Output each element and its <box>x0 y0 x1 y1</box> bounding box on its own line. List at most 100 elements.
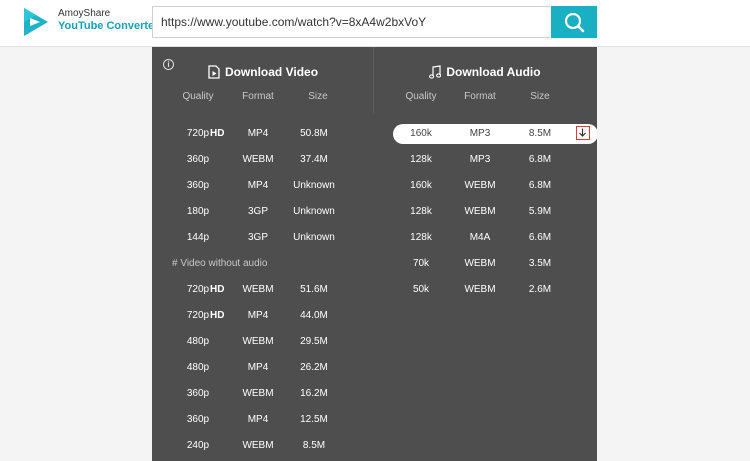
video-size-header: Size <box>308 91 328 102</box>
format-cell: 3GP <box>247 232 268 243</box>
format-cell: MP4 <box>247 128 269 139</box>
video-row[interactable]: 720p HD WEBM 51.6M <box>152 279 374 301</box>
format-cell: WEBM <box>464 206 496 217</box>
format-cell: 3GP <box>247 206 268 217</box>
video-row[interactable]: 180p 3GP Unknown <box>152 201 374 223</box>
format-cell: MP4 <box>247 414 269 425</box>
size-cell: 16.2M <box>300 388 328 399</box>
size-cell: 6.8M <box>528 154 552 165</box>
brand[interactable]: AmoyShare YouTube Converter <box>58 9 158 32</box>
video-row[interactable]: 360p MP4 12.5M <box>152 409 374 431</box>
video-without-audio-label: # Video without audio <box>172 258 268 269</box>
format-cell: MP3 <box>469 154 491 165</box>
video-row[interactable]: 360p MP4 Unknown <box>152 175 374 197</box>
quality-cell: 160k <box>410 180 432 191</box>
video-row[interactable]: 360p WEBM 16.2M <box>152 383 374 405</box>
size-cell: Unknown <box>293 180 335 191</box>
hd-badge: HD <box>210 128 225 139</box>
audio-section-title: Download Audio <box>374 64 596 79</box>
quality-cell: 128k <box>410 154 432 165</box>
video-row[interactable]: 720p HD MP4 44.0M <box>152 305 374 327</box>
brand-name: AmoyShare <box>58 8 111 19</box>
audio-size-header: Size <box>530 91 550 102</box>
video-row[interactable]: 480p MP4 26.2M <box>152 357 374 379</box>
video-row[interactable]: 240p WEBM 8.5M <box>152 435 374 457</box>
size-cell: 44.0M <box>300 310 328 321</box>
size-cell: 29.5M <box>300 336 328 347</box>
audio-row[interactable]: 128k M4A 6.6M <box>374 227 596 249</box>
audio-column-headers: Quality Format Size <box>374 91 596 103</box>
quality-cell: 70k <box>412 258 430 269</box>
product-name: YouTube Converter <box>58 20 159 32</box>
quality-cell: 480p <box>186 362 210 373</box>
video-row[interactable]: 480p WEBM 29.5M <box>152 331 374 353</box>
format-cell: MP4 <box>247 310 269 321</box>
quality-cell: 480p <box>186 336 210 347</box>
video-row[interactable]: 360p WEBM 37.4M <box>152 149 374 171</box>
format-cell: WEBM <box>242 154 274 165</box>
video-column-headers: Quality Format Size <box>152 91 374 103</box>
size-cell: 12.5M <box>300 414 328 425</box>
quality-cell: 360p <box>186 414 210 425</box>
format-cell: MP4 <box>247 362 269 373</box>
video-quality-header: Quality <box>182 91 214 102</box>
audio-row[interactable]: 128k WEBM 5.9M <box>374 201 596 223</box>
format-cell: WEBM <box>242 388 274 399</box>
size-cell: Unknown <box>293 232 335 243</box>
format-cell: MP3 <box>469 128 491 139</box>
audio-quality-header: Quality <box>405 91 437 102</box>
hd-badge: HD <box>210 284 225 295</box>
audio-row[interactable]: 50k WEBM 2.6M <box>374 279 596 301</box>
size-cell: 5.9M <box>528 206 552 217</box>
size-cell: Unknown <box>293 206 335 217</box>
video-format-header: Format <box>242 91 274 102</box>
audio-row[interactable]: 70k WEBM 3.5M <box>374 253 596 275</box>
size-cell: 37.4M <box>300 154 328 165</box>
quality-cell: 50k <box>412 284 430 295</box>
quality-cell: 180p <box>186 206 210 217</box>
size-cell: 51.6M <box>300 284 328 295</box>
audio-title-text: Download Audio <box>446 64 541 79</box>
download-button[interactable] <box>576 126 590 140</box>
music-note-icon <box>429 65 442 79</box>
download-panel: i Download Video Quality Format Size 720… <box>152 47 597 461</box>
quality-cell: 160k <box>410 128 432 139</box>
size-cell: 8.5M <box>302 440 326 451</box>
video-row[interactable]: 720p HD MP4 50.8M <box>152 123 374 145</box>
hd-badge: HD <box>210 310 225 321</box>
size-cell: 2.6M <box>528 284 552 295</box>
url-field-container <box>152 6 550 38</box>
size-cell: 6.8M <box>528 180 552 191</box>
quality-cell: 128k <box>410 206 432 217</box>
size-cell: 3.5M <box>528 258 552 269</box>
quality-cell: 360p <box>186 388 210 399</box>
video-row[interactable]: 144p 3GP Unknown <box>152 227 374 249</box>
quality-cell: 144p <box>186 232 210 243</box>
format-cell: MP4 <box>247 180 269 191</box>
video-title-text: Download Video <box>224 64 319 79</box>
format-cell: WEBM <box>242 284 274 295</box>
format-cell: WEBM <box>464 284 496 295</box>
search-button[interactable] <box>551 6 597 38</box>
size-cell: 50.8M <box>300 128 328 139</box>
quality-cell: 360p <box>186 154 210 165</box>
audio-row-selected[interactable]: 160k MP3 8.5M <box>393 124 597 144</box>
play-logo-icon[interactable] <box>22 6 50 38</box>
quality-cell: 240p <box>186 440 210 451</box>
audio-row[interactable]: 160k WEBM 6.8M <box>374 175 596 197</box>
format-cell: M4A <box>469 232 491 243</box>
quality-cell: 360p <box>186 180 210 191</box>
audio-row[interactable]: 128k MP3 6.8M <box>374 149 596 171</box>
search-icon <box>564 12 585 33</box>
size-cell: 26.2M <box>300 362 328 373</box>
format-cell: WEBM <box>242 336 274 347</box>
top-bar: AmoyShare YouTube Converter <box>0 0 750 47</box>
format-cell: WEBM <box>464 258 496 269</box>
column-divider <box>373 47 374 113</box>
size-cell: 6.6M <box>528 232 552 243</box>
url-input[interactable] <box>153 7 550 37</box>
format-cell: WEBM <box>464 180 496 191</box>
video-file-icon <box>208 65 220 79</box>
audio-format-header: Format <box>464 91 496 102</box>
format-cell: WEBM <box>242 440 274 451</box>
